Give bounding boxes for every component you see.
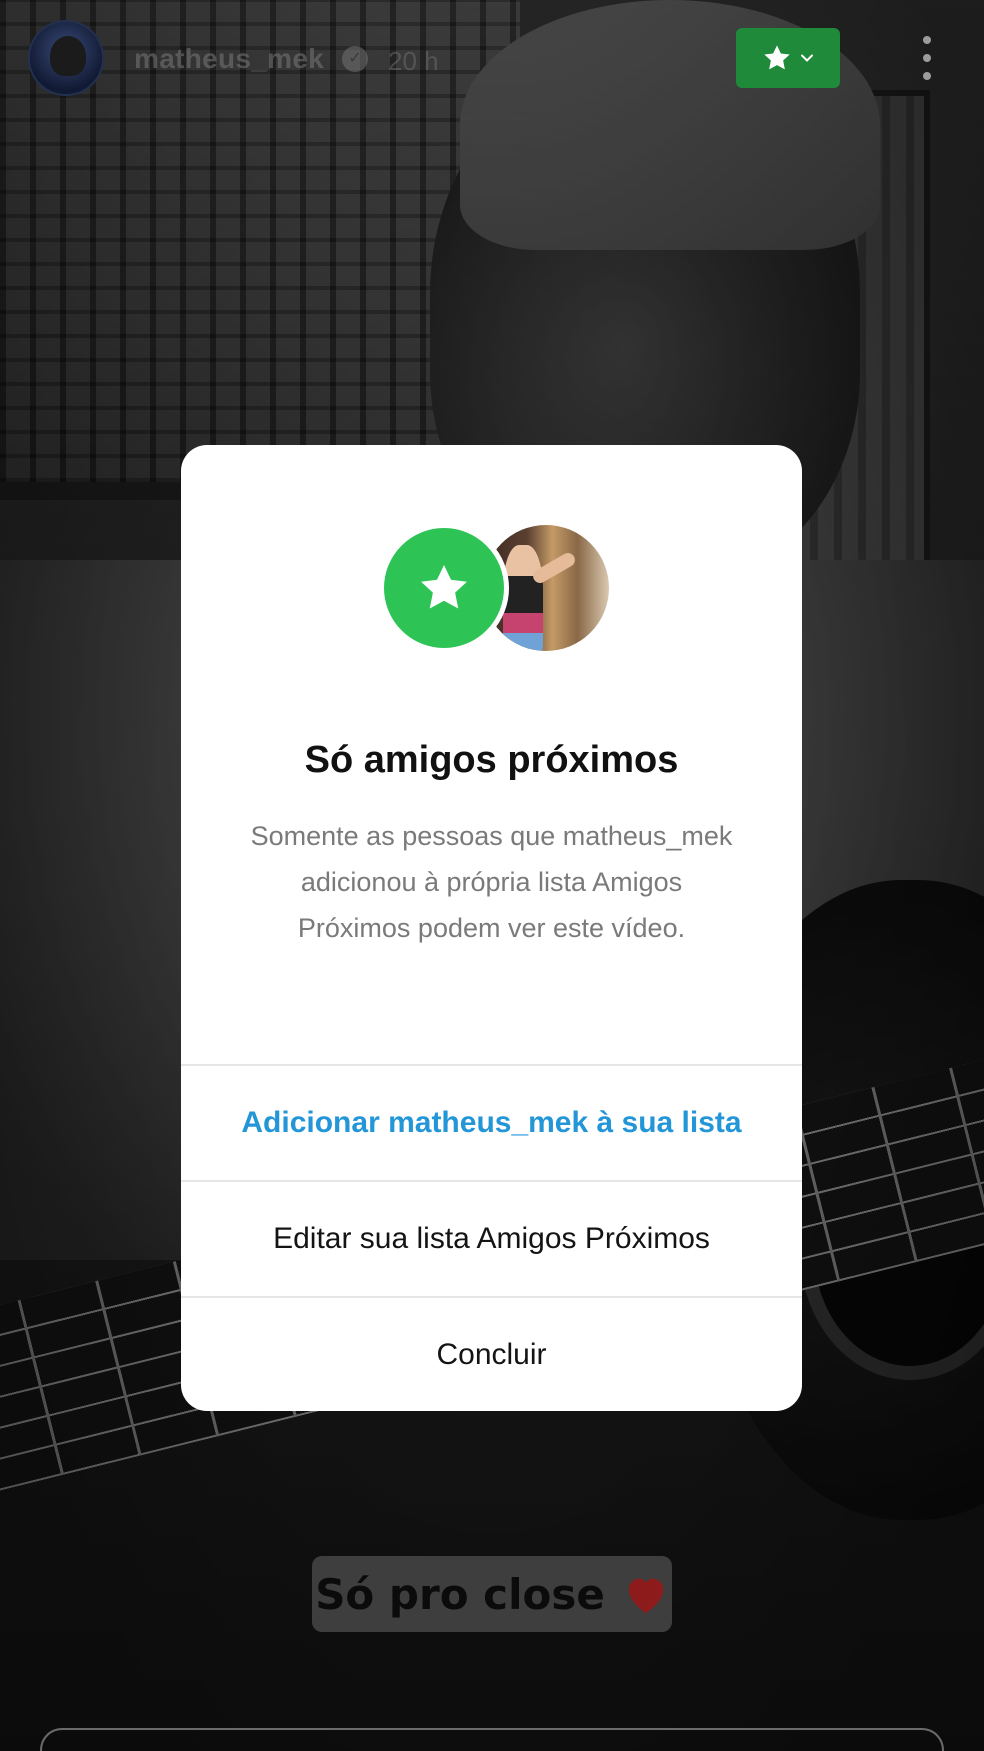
close-friends-dialog: Só amigos próximos Somente as pessoas qu…: [181, 445, 802, 1411]
edit-list-button[interactable]: Editar sua lista Amigos Próximos: [181, 1180, 802, 1295]
done-button[interactable]: Concluir: [181, 1296, 802, 1411]
add-to-list-button[interactable]: Adicionar matheus_mek à sua lista: [181, 1064, 802, 1179]
story-header: matheus_mek ✓ 20 h: [0, 0, 984, 120]
close-friends-badge[interactable]: [736, 28, 840, 88]
avatar[interactable]: [28, 20, 104, 96]
heart-icon: [628, 1578, 663, 1614]
dialog-icons: [379, 523, 609, 655]
close-friends-star-icon: [379, 523, 509, 653]
reply-bar[interactable]: [40, 1728, 944, 1751]
sticker-text: Só pro close: [315, 1569, 605, 1619]
more-vertical-icon[interactable]: [918, 36, 936, 80]
chevron-down-icon: [801, 54, 813, 62]
dialog-description: Somente as pessoas que matheus_mek adici…: [250, 821, 733, 943]
verified-icon: ✓: [342, 46, 368, 72]
star-icon: [764, 45, 790, 70]
story-username[interactable]: matheus_mek: [134, 43, 324, 75]
story-timestamp: 20 h: [388, 46, 439, 76]
text-sticker: Só pro close: [312, 1556, 672, 1632]
dialog-title: Só amigos próximos: [304, 739, 679, 781]
